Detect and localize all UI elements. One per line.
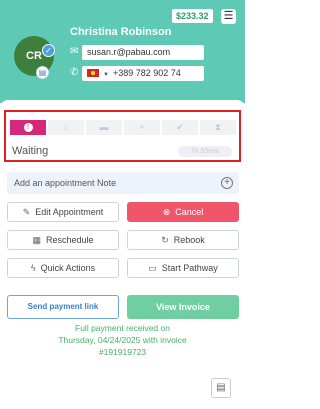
reschedule-button[interactable]: ▦ Reschedule bbox=[7, 230, 119, 250]
quick-actions-button[interactable]: ϟ Quick Actions bbox=[7, 258, 119, 278]
stage-finished[interactable]: ⧗ bbox=[200, 120, 236, 135]
cancel-button[interactable]: ⊗ Cancel bbox=[127, 202, 239, 222]
hourglass-icon: ⧗ bbox=[214, 122, 222, 132]
add-note-icon[interactable]: + bbox=[221, 177, 233, 189]
payment-status-text: Full payment received on Thursday, 04/24… bbox=[30, 322, 215, 358]
edit-icon: ✎ bbox=[22, 207, 31, 217]
balance-badge[interactable]: $233.32 bbox=[172, 9, 213, 23]
pipeline-stages: ! ⌂ ▬ + ✔ ⧗ bbox=[10, 120, 236, 135]
flag-icon[interactable] bbox=[87, 68, 99, 77]
menu-icon[interactable]: ☰ bbox=[221, 9, 236, 24]
phone-field[interactable]: ▼ +389 782 902 74 bbox=[82, 66, 204, 81]
stage-arrived[interactable]: ⌂ bbox=[48, 120, 84, 135]
card-icon[interactable]: ▤ bbox=[36, 66, 49, 79]
edit-appointment-button[interactable]: ✎ Edit Appointment bbox=[7, 202, 119, 222]
payment-status-line: Thursday, 04/24/2025 with invoice bbox=[58, 335, 187, 345]
home-icon: ⌂ bbox=[63, 122, 69, 132]
edit-appointment-label: Edit Appointment bbox=[35, 207, 104, 217]
pipeline-status: Waiting bbox=[12, 145, 49, 157]
receipt-icon[interactable]: ▤ bbox=[211, 378, 231, 398]
phone-number: +389 782 902 74 bbox=[112, 68, 181, 78]
stage-in-room[interactable]: ▬ bbox=[86, 120, 122, 135]
client-name[interactable]: Christina Robinson bbox=[70, 26, 171, 38]
invoice-number[interactable]: #191919723 bbox=[30, 346, 215, 358]
email-field[interactable]: susan.r@pabau.com bbox=[82, 45, 204, 60]
calendar-icon: ▦ bbox=[32, 235, 41, 245]
duration-badge: 7h 55min bbox=[178, 146, 232, 157]
check-icon: ✔ bbox=[176, 122, 184, 132]
alert-icon: ! bbox=[23, 123, 33, 133]
phone-icon: ✆ bbox=[70, 67, 79, 78]
stage-complete[interactable]: ✔ bbox=[162, 120, 198, 135]
rebook-button[interactable]: ↻ Rebook bbox=[127, 230, 239, 250]
send-payment-link-button[interactable]: Send payment link bbox=[7, 295, 119, 319]
rebook-label: Rebook bbox=[173, 235, 205, 245]
lightning-icon: ϟ bbox=[30, 263, 36, 273]
plus-icon: + bbox=[139, 122, 145, 132]
email-icon: ✉ bbox=[70, 46, 79, 57]
reschedule-label: Reschedule bbox=[45, 235, 94, 245]
appointment-note-input[interactable]: Add an appointment Note + bbox=[7, 172, 239, 194]
payment-status-line: Full payment received on bbox=[75, 323, 170, 333]
bed-icon: ▬ bbox=[99, 122, 109, 132]
chevron-down-icon[interactable]: ▼ bbox=[103, 72, 109, 78]
clipboard-icon: ▭ bbox=[148, 263, 157, 273]
refresh-icon: ↻ bbox=[161, 235, 169, 245]
stage-treatment[interactable]: + bbox=[124, 120, 160, 135]
view-invoice-button[interactable]: View Invoice bbox=[127, 295, 239, 319]
cancel-label: Cancel bbox=[175, 207, 204, 217]
stage-waiting[interactable]: ! bbox=[10, 120, 46, 135]
client-header: $233.32 ☰ Christina Robinson CR ✓ ▤ ✉ su… bbox=[0, 0, 245, 103]
start-pathway-button[interactable]: ▭ Start Pathway bbox=[127, 258, 239, 278]
start-pathway-label: Start Pathway bbox=[161, 263, 218, 273]
notification-icon[interactable]: ✓ bbox=[42, 44, 55, 57]
note-placeholder: Add an appointment Note bbox=[14, 178, 117, 188]
quick-actions-label: Quick Actions bbox=[40, 263, 96, 273]
cancel-icon: ⊗ bbox=[162, 207, 171, 217]
